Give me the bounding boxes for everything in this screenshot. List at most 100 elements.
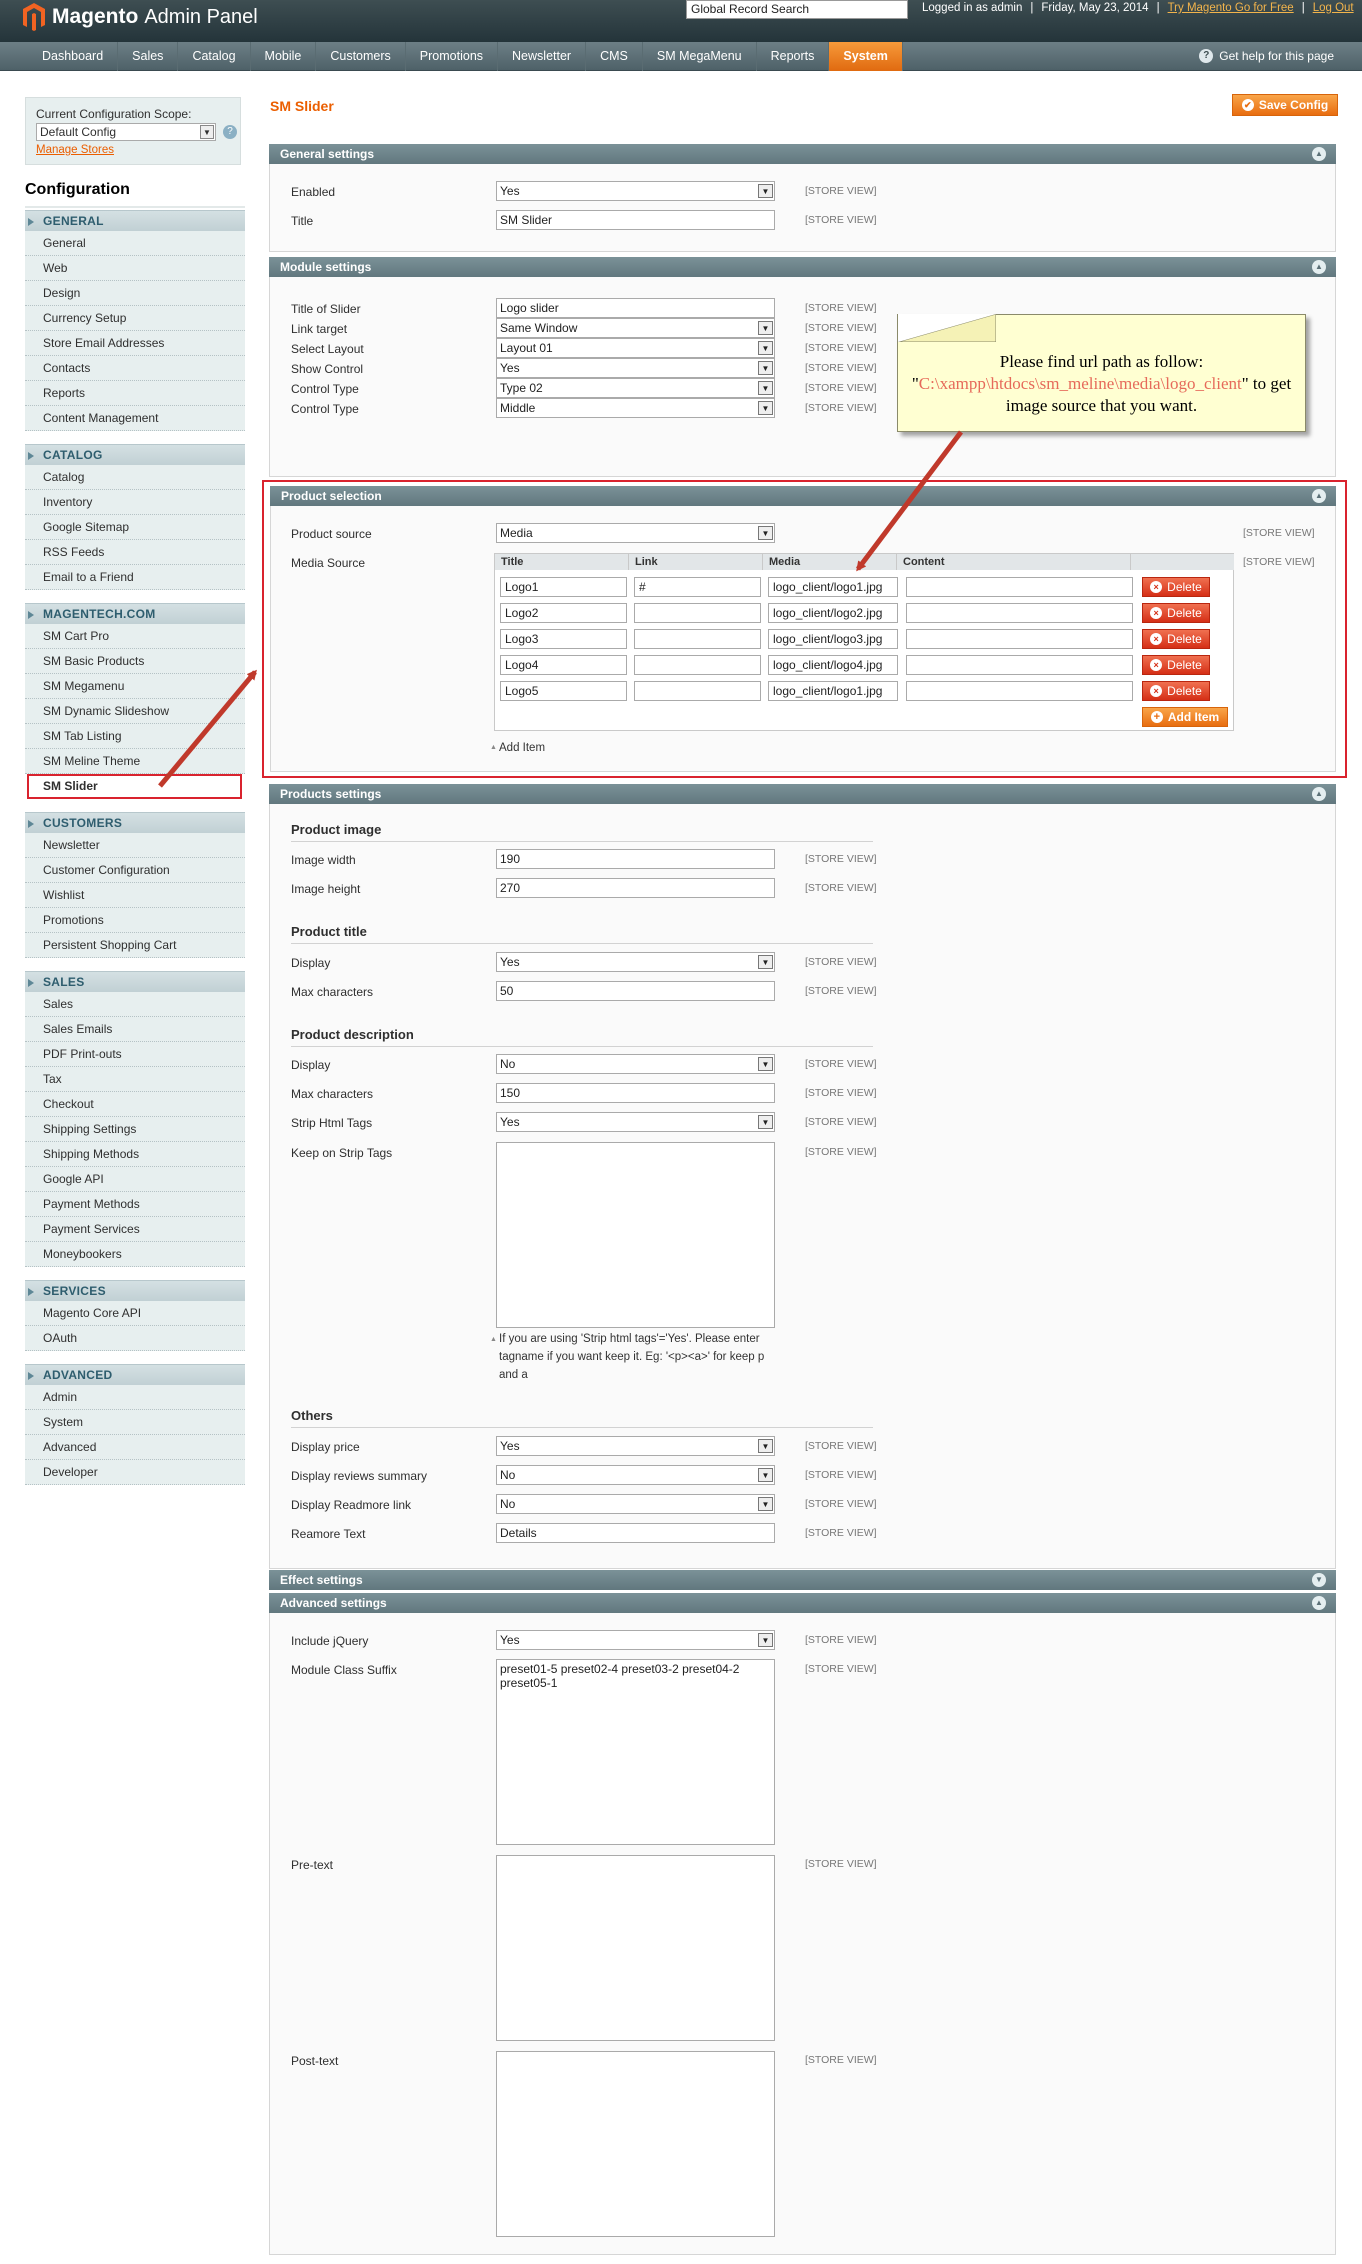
sidebar-group-header[interactable]: CATALOG xyxy=(25,444,245,465)
sidebar-item[interactable]: Admin xyxy=(25,1385,245,1410)
media-content-input[interactable] xyxy=(906,577,1133,597)
sidebar-item[interactable]: Reports xyxy=(25,381,245,406)
desc-max-input[interactable]: 150 xyxy=(496,1083,775,1103)
media-title-input[interactable]: Logo4 xyxy=(500,655,627,675)
media-link-input[interactable] xyxy=(634,603,761,623)
sidebar-item[interactable]: SM Megamenu xyxy=(25,674,245,699)
sidebar-item[interactable]: Checkout xyxy=(25,1092,245,1117)
manage-stores-link[interactable]: Manage Stores xyxy=(36,144,230,156)
add-item-button[interactable]: + Add Item xyxy=(1142,707,1228,727)
sidebar-group-header[interactable]: SALES xyxy=(25,971,245,992)
enabled-select[interactable]: Yes ▼ xyxy=(496,181,775,201)
expand-icon[interactable]: ▼ xyxy=(1312,1573,1326,1587)
sidebar-item[interactable]: Persistent Shopping Cart xyxy=(25,933,245,958)
nav-item[interactable]: Promotions xyxy=(406,42,499,71)
media-content-input[interactable] xyxy=(906,655,1133,675)
nav-item[interactable]: Reports xyxy=(757,42,830,71)
sidebar-item[interactable]: Contacts xyxy=(25,356,245,381)
section-effect-header[interactable]: Effect settings ▼ xyxy=(269,1570,1336,1590)
delete-row-button[interactable]: × Delete xyxy=(1142,629,1210,649)
sidebar-item[interactable]: Newsletter xyxy=(25,833,245,858)
sidebar-item[interactable]: Magento Core API xyxy=(25,1301,245,1326)
collapse-icon[interactable]: ▲ xyxy=(1312,260,1326,274)
module-setting-field[interactable]: Layout 01 ▼ xyxy=(496,338,775,358)
section-products-header[interactable]: Products settings ▲ xyxy=(269,784,1336,804)
global-search-input[interactable]: Global Record Search xyxy=(686,0,908,19)
scope-select[interactable]: Default Config ▼ xyxy=(36,123,216,141)
sidebar-item[interactable]: Google API xyxy=(25,1167,245,1192)
sidebar-item[interactable]: Shipping Methods xyxy=(25,1142,245,1167)
sidebar-item[interactable]: Design xyxy=(25,281,245,306)
sidebar-item[interactable]: RSS Feeds xyxy=(25,540,245,565)
sidebar-item[interactable]: Shipping Settings xyxy=(25,1117,245,1142)
sidebar-item[interactable]: Payment Services xyxy=(25,1217,245,1242)
sidebar-item[interactable]: Promotions xyxy=(25,908,245,933)
image-width-input[interactable]: 190 xyxy=(496,849,775,869)
keep-tags-textarea[interactable] xyxy=(496,1142,775,1328)
logout-link[interactable]: Log Out xyxy=(1313,2,1354,14)
collapse-icon[interactable]: ▲ xyxy=(1312,1596,1326,1610)
sidebar-item[interactable]: SM Dynamic Slideshow xyxy=(25,699,245,724)
sidebar-item[interactable]: System xyxy=(25,1410,245,1435)
sidebar-item[interactable]: Wishlist xyxy=(25,883,245,908)
nav-item[interactable]: SM MegaMenu xyxy=(643,42,757,71)
add-item-link[interactable]: Add Item xyxy=(490,742,545,754)
title-max-input[interactable]: 50 xyxy=(496,981,775,1001)
sidebar-group-header[interactable]: MAGENTECH.COM xyxy=(25,603,245,624)
delete-row-button[interactable]: × Delete xyxy=(1142,577,1210,597)
readmore-text-input[interactable]: Details xyxy=(496,1523,775,1543)
media-link-input[interactable] xyxy=(634,681,761,701)
section-product-selection-header[interactable]: Product selection ▲ xyxy=(270,486,1336,506)
nav-item[interactable]: Newsletter xyxy=(498,42,587,71)
media-media-input[interactable]: logo_client/logo2.jpg xyxy=(768,603,898,623)
display-price-select[interactable]: Yes ▼ xyxy=(496,1436,775,1456)
media-link-input[interactable] xyxy=(634,655,761,675)
sidebar-item[interactable]: Currency Setup xyxy=(25,306,245,331)
delete-row-button[interactable]: × Delete xyxy=(1142,603,1210,623)
sidebar-item[interactable]: SM Tab Listing xyxy=(25,724,245,749)
sidebar-item[interactable]: SM Basic Products xyxy=(25,649,245,674)
module-setting-field[interactable]: Type 02 ▼ xyxy=(496,378,775,398)
magento-logo[interactable]: Magento Admin Panel xyxy=(22,2,258,32)
reviews-select[interactable]: No ▼ xyxy=(496,1465,775,1485)
sidebar-item[interactable]: PDF Print-outs xyxy=(25,1042,245,1067)
sidebar-item[interactable]: Inventory xyxy=(25,490,245,515)
readmore-select[interactable]: No ▼ xyxy=(496,1494,775,1514)
try-magento-link[interactable]: Try Magento Go for Free xyxy=(1168,2,1294,14)
collapse-icon[interactable]: ▲ xyxy=(1312,489,1326,503)
sidebar-item[interactable]: Developer xyxy=(25,1460,245,1485)
section-module-header[interactable]: Module settings ▲ xyxy=(269,257,1336,277)
image-height-input[interactable]: 270 xyxy=(496,878,775,898)
sidebar-item[interactable]: SM Cart Pro xyxy=(25,624,245,649)
sidebar-item[interactable]: Email to a Friend xyxy=(25,565,245,590)
media-content-input[interactable] xyxy=(906,603,1133,623)
media-title-input[interactable]: Logo2 xyxy=(500,603,627,623)
collapse-icon[interactable]: ▲ xyxy=(1312,147,1326,161)
media-content-input[interactable] xyxy=(906,681,1133,701)
delete-row-button[interactable]: × Delete xyxy=(1142,681,1210,701)
section-general-header[interactable]: General settings ▲ xyxy=(269,144,1336,164)
pre-text-textarea[interactable] xyxy=(496,1855,775,2041)
sidebar-item[interactable]: Sales xyxy=(25,992,245,1017)
title-input[interactable]: SM Slider xyxy=(496,210,775,230)
sidebar-item[interactable]: OAuth xyxy=(25,1326,245,1351)
media-title-input[interactable]: Logo5 xyxy=(500,681,627,701)
sidebar-item[interactable]: Moneybookers xyxy=(25,1242,245,1267)
media-title-input[interactable]: Logo3 xyxy=(500,629,627,649)
sidebar-item[interactable]: Customer Configuration xyxy=(25,858,245,883)
sidebar-item[interactable]: SM Slider xyxy=(27,774,242,799)
media-media-input[interactable]: logo_client/logo1.jpg xyxy=(768,681,898,701)
nav-item[interactable]: Dashboard xyxy=(28,42,119,71)
strip-select[interactable]: Yes ▼ xyxy=(496,1112,775,1132)
nav-item[interactable]: Customers xyxy=(316,42,406,71)
media-content-input[interactable] xyxy=(906,629,1133,649)
section-advanced-header[interactable]: Advanced settings ▲ xyxy=(269,1593,1336,1613)
save-config-button[interactable]: ✔ Save Config xyxy=(1232,94,1338,116)
media-title-input[interactable]: Logo1 xyxy=(500,577,627,597)
sidebar-group-header[interactable]: GENERAL xyxy=(25,210,245,231)
module-setting-field[interactable]: Same Window ▼ xyxy=(496,318,775,338)
sidebar-item[interactable]: Tax xyxy=(25,1067,245,1092)
sidebar-group-header[interactable]: SERVICES xyxy=(25,1280,245,1301)
desc-display-select[interactable]: No ▼ xyxy=(496,1054,775,1074)
sidebar-item[interactable]: General xyxy=(25,231,245,256)
